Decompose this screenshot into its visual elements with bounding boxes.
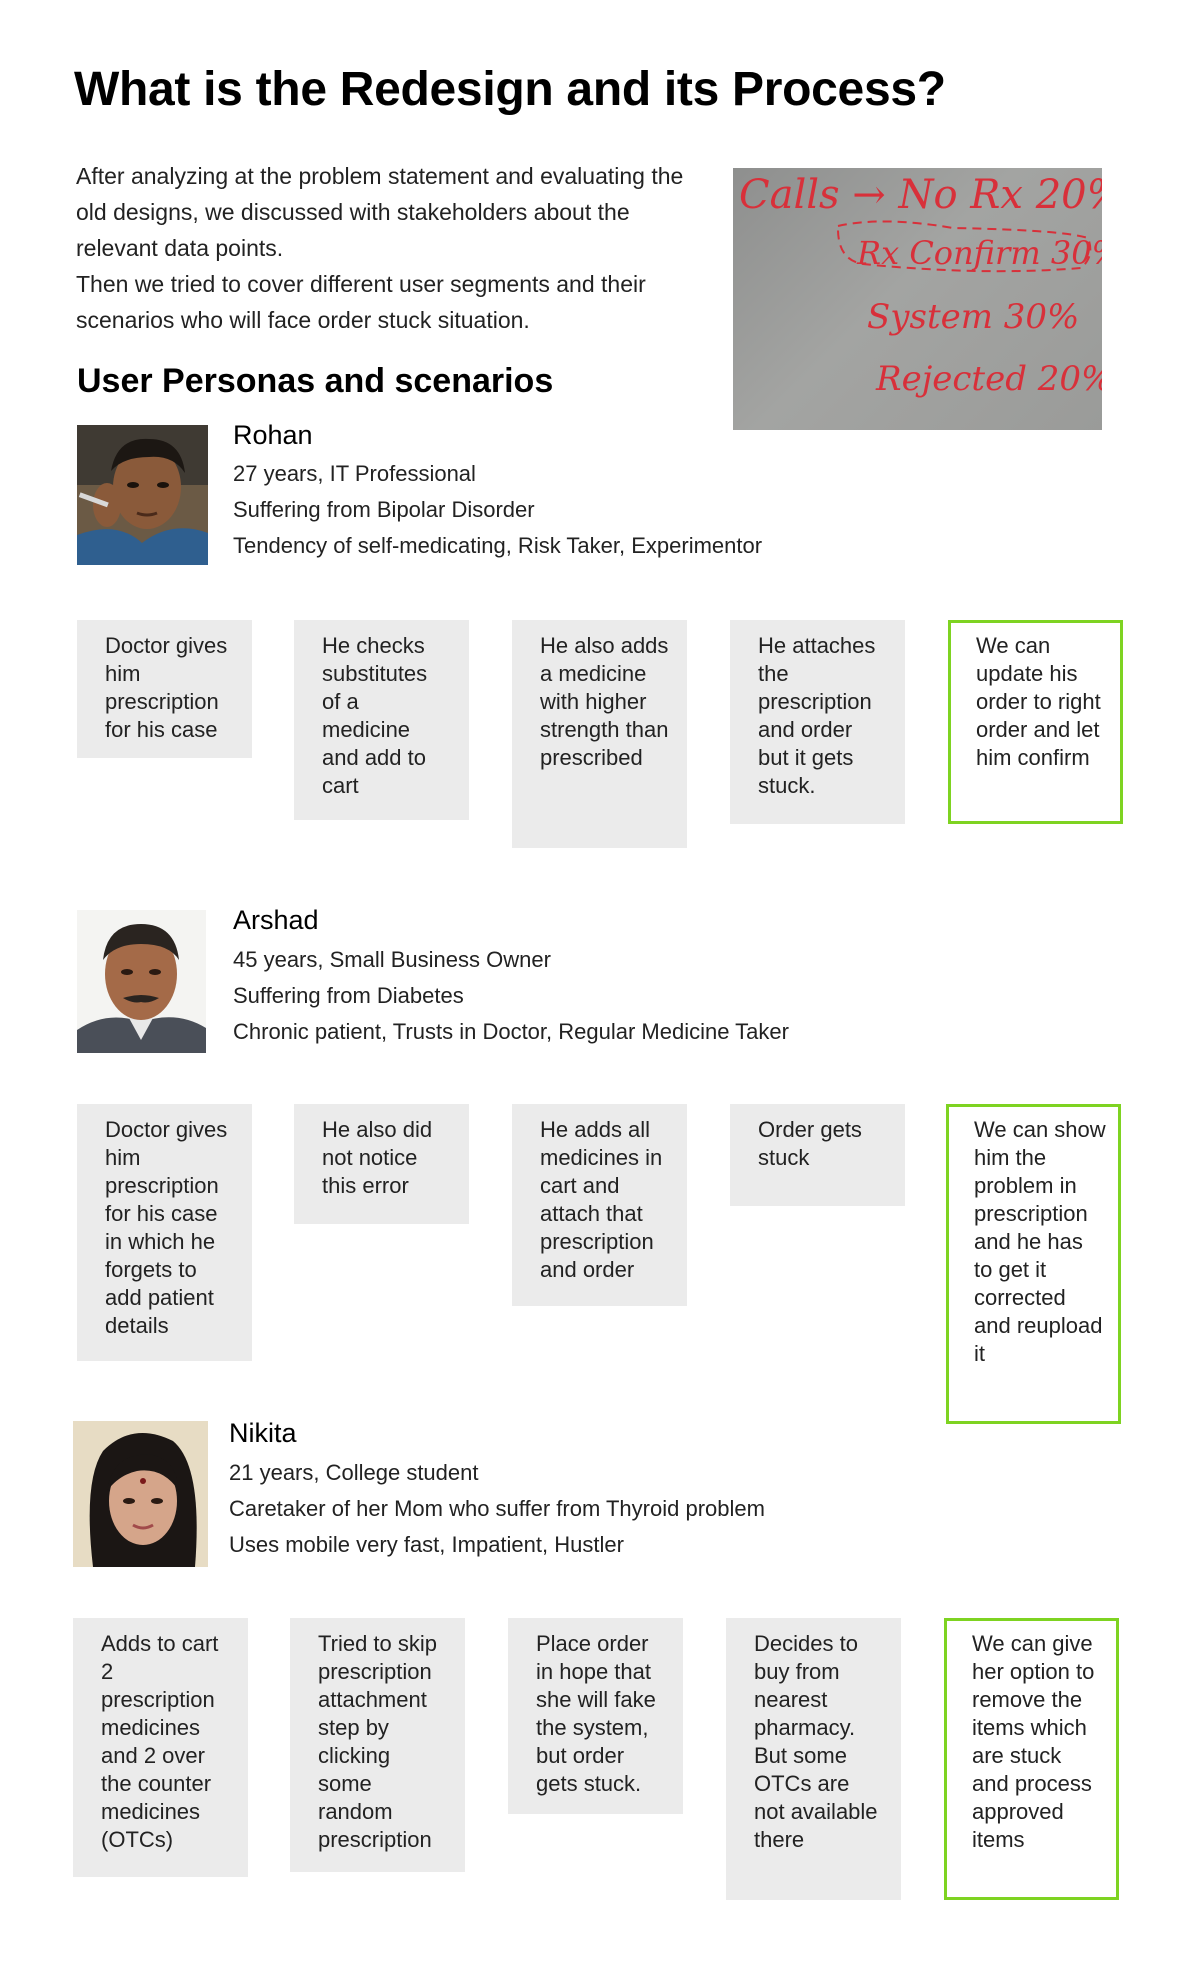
scenario-card: Place order in hope that she will fake t…: [508, 1618, 683, 1814]
avatar-rohan-portrait: [77, 425, 208, 565]
avatar-rohan: [77, 425, 208, 565]
persona-nikita-line-1: 21 years, College student: [229, 1460, 479, 1485]
scenario-card: Order gets stuck: [730, 1104, 905, 1206]
whiteboard-line-3: System 30%: [867, 297, 1079, 337]
persona-rohan-line-2: Suffering from Bipolar Disorder: [233, 497, 535, 522]
persona-arshad-line-1: 45 years, Small Business Owner: [233, 947, 551, 972]
whiteboard-line-4: Rejected 20%: [875, 359, 1102, 399]
scenario-card: Doctor gives him prescription for his ca…: [77, 620, 252, 758]
whiteboard-line-2: Rx Confirm 30%: [856, 234, 1102, 272]
persona-arshad-line-3: Chronic patient, Trusts in Doctor, Regul…: [233, 1019, 789, 1044]
persona-name-rohan: Rohan: [233, 420, 313, 450]
scenario-card: Doctor gives him prescription for his ca…: [77, 1104, 252, 1361]
avatar-nikita: [73, 1421, 208, 1567]
solution-card: We can update his order to right order a…: [948, 620, 1123, 824]
persona-arshad-line-2: Suffering from Diabetes: [233, 983, 464, 1008]
scenario-card: He also adds a medicine with higher stre…: [512, 620, 687, 848]
persona-name-arshad: Arshad: [233, 905, 319, 935]
whiteboard-notes: Calls → No Rx 20% Rx Confirm 30% System …: [739, 172, 1102, 399]
persona-name-nikita: Nikita: [229, 1418, 297, 1448]
scenario-card: He adds all medicines in cart and attach…: [512, 1104, 687, 1306]
solution-card: We can give her option to remove the ite…: [944, 1618, 1119, 1900]
scenario-card: Adds to cart 2 prescription medicines an…: [73, 1618, 248, 1877]
scenario-card: Tried to skip prescription attachment st…: [290, 1618, 465, 1872]
persona-rohan-line-3: Tendency of self-medicating, Risk Taker,…: [233, 533, 763, 558]
avatar-arshad-portrait: [77, 910, 206, 1053]
persona-nikita-line-2: Caretaker of her Mom who suffer from Thy…: [229, 1496, 765, 1521]
scenario-card: Decides to buy from nearest pharmacy. Bu…: [726, 1618, 901, 1900]
solution-card: We can show him the problem in prescript…: [946, 1104, 1121, 1424]
intro-paragraph-1: After analyzing at the problem statement…: [76, 163, 684, 261]
whiteboard-photo: Calls → No Rx 20% Rx Confirm 30% System …: [733, 168, 1102, 430]
scenario-card: He checks substitutes of a medicine and …: [294, 620, 469, 820]
intro-paragraph-2: Then we tried to cover different user se…: [76, 271, 646, 333]
page-title: What is the Redesign and its Process?: [74, 63, 946, 116]
section-title: User Personas and scenarios: [77, 362, 554, 400]
avatar-nikita-portrait: [73, 1421, 208, 1567]
scenario-card: He also did not notice this error: [294, 1104, 469, 1224]
scenario-card: He attaches the prescription and order b…: [730, 620, 905, 824]
persona-nikita-line-3: Uses mobile very fast, Impatient, Hustle…: [229, 1532, 624, 1557]
whiteboard-line-1: Calls → No Rx 20%: [739, 172, 1102, 218]
avatar-arshad: [77, 910, 206, 1053]
intro-text: After analyzing at the problem statement…: [76, 158, 716, 338]
persona-rohan-line-1: 27 years, IT Professional: [233, 461, 476, 486]
